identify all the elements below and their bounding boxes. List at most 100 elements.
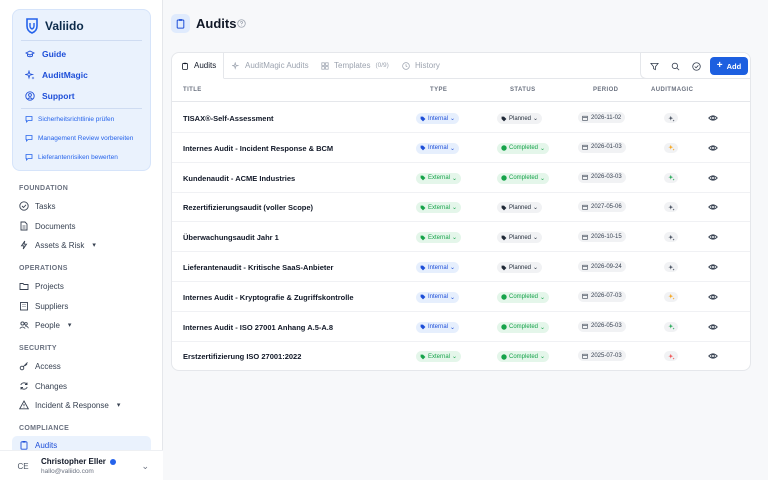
- column-type[interactable]: TYPE: [430, 87, 447, 93]
- auditmagic-badge[interactable]: [664, 351, 678, 362]
- todo-item[interactable]: Management Review vorbereiten: [25, 134, 133, 142]
- status-badge[interactable]: Completed ⌄: [497, 321, 550, 333]
- nav-item-access[interactable]: Access: [19, 361, 61, 371]
- auditmagic-badge[interactable]: [664, 113, 678, 123]
- auditmagic-badge[interactable]: [664, 142, 678, 153]
- audit-title[interactable]: Kundenaudit - ACME Industries: [183, 174, 295, 183]
- table-row[interactable]: Kundenaudit - ACME Industries External ⌄ …: [172, 163, 750, 193]
- eye-icon[interactable]: [708, 292, 718, 302]
- status-badge[interactable]: Planned ⌄: [497, 202, 543, 214]
- column-status[interactable]: STATUS: [510, 87, 536, 93]
- chevron-down-icon[interactable]: ⌄: [141, 461, 149, 472]
- column-period[interactable]: PERIOD: [593, 87, 618, 93]
- tab-audits[interactable]: Audits: [181, 61, 216, 70]
- nav-item-suppliers[interactable]: Suppliers: [19, 301, 68, 311]
- type-badge[interactable]: External ⌄: [416, 172, 462, 184]
- logo[interactable]: Valiido: [25, 18, 84, 34]
- eye-icon[interactable]: [708, 113, 718, 123]
- tab-history[interactable]: History: [402, 61, 440, 70]
- column-title[interactable]: TITLE: [183, 87, 202, 93]
- auditmagic-badge[interactable]: [664, 321, 678, 332]
- table-row[interactable]: Internes Audit - Kryptografie & Zugriffs…: [172, 282, 750, 312]
- auditmagic-badge[interactable]: [664, 172, 678, 183]
- nav-item-tasks[interactable]: Tasks: [19, 201, 55, 211]
- eye-icon[interactable]: [708, 351, 718, 361]
- column-auditmagic[interactable]: AUDITMAGIC: [651, 87, 693, 93]
- eye-icon[interactable]: [708, 202, 718, 212]
- table-row[interactable]: TISAX®-Self-Assessment Internal ⌄ Planned…: [172, 103, 750, 133]
- table-row[interactable]: Internes Audit - ISO 27001 Anhang A.5-A.…: [172, 312, 750, 342]
- type-badge[interactable]: Internal ⌄: [416, 262, 460, 273]
- nav-item-incident-response[interactable]: Incident & Response ▾: [19, 400, 120, 410]
- nav-label: Incident & Response: [35, 400, 109, 410]
- status-badge[interactable]: Completed ⌄: [497, 142, 550, 154]
- period-label: 2026-11-02: [591, 114, 622, 121]
- type-badge[interactable]: Internal ⌄: [416, 142, 460, 154]
- type-badge[interactable]: Internal ⌄: [416, 321, 460, 333]
- help-icon[interactable]: [237, 19, 246, 28]
- todo-item[interactable]: Lieferantenrisiken bewerten: [25, 153, 118, 161]
- calendar-icon: [582, 323, 588, 329]
- brand-nav-support[interactable]: Support: [25, 91, 75, 101]
- brand-nav-guide[interactable]: Guide: [25, 49, 66, 59]
- nav-item-projects[interactable]: Projects: [19, 281, 64, 291]
- filter-icon[interactable]: [648, 60, 660, 72]
- type-label: Internal: [428, 145, 449, 152]
- table-row[interactable]: Internes Audit - Incident Response & BCM…: [172, 133, 750, 163]
- auditmagic-badge[interactable]: [664, 262, 678, 272]
- audit-title[interactable]: Lieferantenaudit - Kritische SaaS-Anbiet…: [183, 263, 333, 272]
- eye-icon[interactable]: [708, 262, 718, 272]
- audit-title[interactable]: Erstzertifizierung ISO 27001:2022: [183, 352, 301, 361]
- audit-title[interactable]: TISAX®-Self-Assessment: [183, 114, 274, 123]
- audit-title[interactable]: Rezertifizierungsaudit (voller Scope): [183, 203, 313, 212]
- tag-icon: [420, 116, 426, 121]
- period-label: 2026-09-24: [591, 263, 622, 270]
- audit-title[interactable]: Überwachungsaudit Jahr 1: [183, 233, 279, 242]
- check-circle-icon[interactable]: [690, 60, 702, 72]
- type-badge[interactable]: External ⌄: [416, 232, 462, 244]
- period-label: 2026-07-03: [591, 293, 622, 300]
- user-menu[interactable]: CE Christopher Eller hallo@valiido.com ⌄: [0, 450, 163, 480]
- type-badge[interactable]: Internal ⌄: [416, 291, 460, 303]
- audit-title[interactable]: Internes Audit - Incident Response & BCM: [183, 144, 333, 153]
- audit-title[interactable]: Internes Audit - ISO 27001 Anhang A.5-A.…: [183, 323, 333, 332]
- type-badge[interactable]: Internal ⌄: [416, 113, 460, 124]
- todo-item[interactable]: Sicherheitsrichtlinie prüfen: [25, 115, 114, 123]
- status-badge[interactable]: Completed ⌄: [497, 351, 550, 363]
- section-foundation: FOUNDATION: [19, 185, 69, 192]
- eye-icon[interactable]: [708, 232, 718, 242]
- status-badge[interactable]: Planned ⌄: [497, 262, 543, 273]
- status-badge[interactable]: Completed ⌄: [497, 291, 550, 303]
- status-badge[interactable]: Planned ⌄: [497, 232, 543, 244]
- nav-item-changes[interactable]: Changes: [19, 381, 67, 391]
- auditmagic-badge[interactable]: [664, 202, 678, 213]
- type-badge[interactable]: External ⌄: [416, 202, 462, 214]
- tag-icon: [420, 324, 426, 330]
- table-row[interactable]: Erstzertifizierung ISO 27001:2022 Extern…: [172, 341, 750, 370]
- eye-icon[interactable]: [708, 143, 718, 153]
- table-row[interactable]: Überwachungsaudit Jahr 1 External ⌄ Plann…: [172, 222, 750, 253]
- calendar-icon: [582, 115, 588, 121]
- nav-item-people[interactable]: People ▾: [19, 320, 71, 330]
- eye-icon[interactable]: [708, 322, 718, 332]
- nav-item-audits[interactable]: Audits: [19, 440, 57, 450]
- status-badge[interactable]: Planned ⌄: [497, 113, 543, 124]
- table-row[interactable]: Rezertifizierungsaudit (voller Scope) Ex…: [172, 192, 750, 223]
- auditmagic-badge[interactable]: [664, 232, 678, 243]
- add-button[interactable]: + Add: [710, 57, 748, 75]
- status-badge[interactable]: Completed ⌄: [497, 172, 550, 184]
- tab-templates[interactable]: Templates (0/9): [321, 61, 389, 70]
- brand-nav-auditmagic[interactable]: AuditMagic: [25, 70, 88, 80]
- eye-icon[interactable]: [708, 173, 718, 183]
- type-badge[interactable]: External ⌄: [416, 351, 462, 363]
- user-name: Christopher Eller: [41, 457, 106, 466]
- auditmagic-badge[interactable]: [664, 291, 678, 302]
- tab-auditmagic-audits[interactable]: AuditMagic Audits: [232, 61, 309, 70]
- key-icon: [19, 362, 28, 371]
- table-row[interactable]: Lieferantenaudit - Kritische SaaS-Anbiet…: [172, 252, 750, 282]
- audit-title[interactable]: Internes Audit - Kryptografie & Zugriffs…: [183, 293, 354, 302]
- nav-item-documents[interactable]: Documents: [19, 221, 75, 231]
- tag-icon: [420, 205, 426, 211]
- search-icon[interactable]: [669, 60, 681, 72]
- nav-item-assets-risk[interactable]: Assets & Risk ▾: [19, 240, 96, 250]
